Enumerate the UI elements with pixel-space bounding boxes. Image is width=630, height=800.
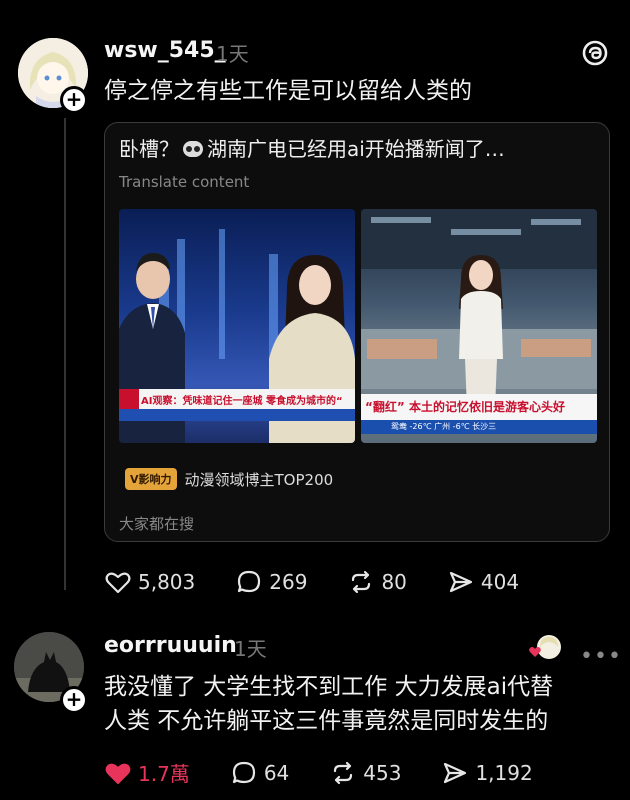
- threads-logo-icon[interactable]: [580, 38, 610, 68]
- repost-button[interactable]: 453: [329, 759, 401, 787]
- like-button[interactable]: 1.7萬: [104, 758, 190, 787]
- comment-count: 64: [263, 760, 290, 785]
- image2-ticker: 鸳鸯 -26℃ 广州 -6℃ 长沙三: [391, 422, 497, 431]
- repost-icon: [352, 570, 371, 594]
- news-anchor-image-1[interactable]: AI观察：凭味道记住一座城 零食成为城市的“: [119, 209, 355, 443]
- follow-plus-icon[interactable]: +: [60, 86, 88, 114]
- share-count: 1,192: [475, 760, 533, 785]
- reply-text-line1: 我没懂了 大学生找不到工作 大力发展ai代替: [104, 674, 554, 700]
- post-username[interactable]: wsw_545_: [104, 38, 226, 63]
- influence-badge: V影响力: [125, 468, 177, 490]
- comment-button[interactable]: 64: [230, 759, 289, 787]
- embedded-card[interactable]: 卧槽？ 湖南广电已经用ai开始播新闻了… Translate content A…: [104, 122, 610, 542]
- card-title: 卧槽？ 湖南广电已经用ai开始播新闻了…: [119, 137, 505, 161]
- author-liked-badge-icon: [529, 635, 561, 659]
- image1-caption: AI观察：凭味道记住一座城 零食成为城市的“: [141, 396, 343, 407]
- more-options-icon[interactable]: •••: [580, 644, 622, 669]
- post-time: 1天: [216, 42, 249, 66]
- repost-icon: [334, 761, 353, 784]
- repost-button[interactable]: 80: [347, 568, 407, 596]
- comment-bubble-icon: [232, 761, 255, 783]
- reply-time: 1天: [234, 637, 267, 661]
- share-count: 404: [480, 570, 520, 594]
- send-icon: [444, 762, 467, 783]
- translate-link[interactable]: Translate content: [119, 173, 249, 191]
- post-actions: 5,803 269 80 404: [104, 568, 559, 596]
- heart-icon: [105, 572, 131, 594]
- comment-bubble-icon: [238, 570, 261, 593]
- reply-actions: 1.7萬 64 453 1,192: [104, 758, 573, 787]
- repost-count: 453: [363, 760, 402, 785]
- post-text: 停之停之有些工作是可以留给人类的: [104, 78, 472, 104]
- influence-tag-text: 动漫领域博主TOP200: [184, 470, 334, 489]
- share-button[interactable]: 1,192: [441, 759, 533, 787]
- heart-filled-icon: [105, 763, 131, 784]
- influence-tag[interactable]: V影响力 动漫领域博主TOP200: [125, 467, 333, 491]
- like-count: 1.7萬: [138, 762, 190, 786]
- like-button[interactable]: 5,803: [104, 568, 195, 596]
- comment-count: 269: [269, 570, 308, 594]
- follow-plus-icon[interactable]: +: [60, 686, 88, 714]
- thread-post: + wsw_545_ 1天 停之停之有些工作是可以留给人类的 卧槽？ 湖南广电已经…: [0, 0, 630, 620]
- comment-button[interactable]: 269: [235, 568, 307, 596]
- news-anchor-image-2[interactable]: “翻红” 本土的记忆依旧是游客心头好 鸳鸯 -26℃ 广州 -6℃ 长沙三: [361, 209, 597, 443]
- reply-text-line2: 人类 不允许躺平这三件事竟然是同时发生的: [104, 708, 549, 734]
- share-button[interactable]: 404: [447, 568, 519, 596]
- repost-count: 80: [381, 570, 407, 594]
- image2-caption: “翻红” 本土的记忆依旧是游客心头好: [365, 400, 565, 414]
- thread-line: [64, 118, 66, 590]
- reply-username[interactable]: eorrruuuin: [104, 633, 237, 658]
- skull-emoji-icon: [183, 141, 203, 157]
- like-count: 5,803: [138, 570, 196, 594]
- search-hint[interactable]: 大家都在搜: [119, 513, 194, 534]
- send-icon: [449, 571, 473, 593]
